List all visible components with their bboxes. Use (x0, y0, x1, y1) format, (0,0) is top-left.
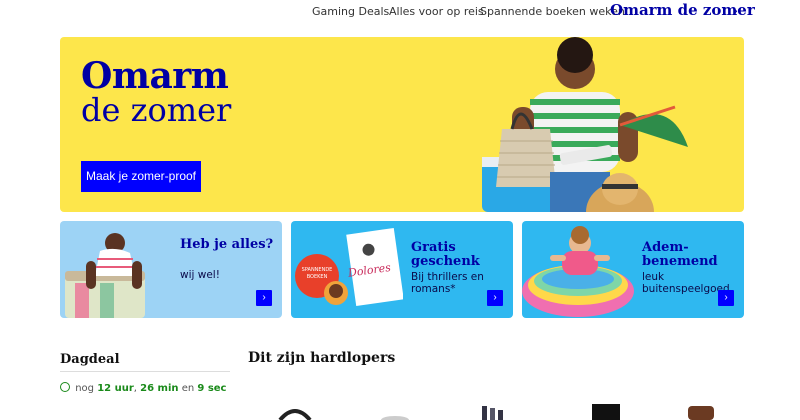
inflatable-pool-image (522, 226, 634, 317)
nav-alles-voor-op-reis[interactable]: Alles voor op reis (389, 5, 484, 18)
countdown-and: en (181, 383, 195, 394)
card-subtitle: wij wel! (180, 269, 220, 281)
dagdeal-countdown: nog 12 uur, 26 min en 9 sec (60, 382, 226, 394)
card-title: Gratis geschenk (411, 240, 480, 269)
countdown-hours: 12 uur (97, 383, 134, 394)
promo-card-heb-je-alles[interactable]: Heb je alles? wij wel! › (60, 221, 282, 318)
clock-icon (60, 382, 70, 392)
badge-text-line1: SPANNENDE (302, 267, 333, 273)
countdown-seconds: 9 sec (197, 383, 227, 394)
product-thumbnails (278, 404, 714, 420)
divider (60, 371, 230, 372)
zomer-proof-button[interactable]: Maak je zomer-proof (81, 161, 201, 192)
hero-summer-person-image (482, 37, 688, 212)
product-box-image[interactable] (592, 404, 620, 420)
card-title: Heb je alles? (180, 237, 274, 252)
card-title: Adem- benemend (642, 240, 718, 269)
badge-text-line2: BOEKEN (307, 274, 328, 280)
hero-subtitle: de zomer (81, 91, 232, 129)
countdown-minutes: 26 min (140, 383, 179, 394)
product-item-image[interactable] (381, 416, 409, 420)
promo-card-gratis-geschenk[interactable]: SPANNENDE BOEKEN Dolores Gratis geschenk… (291, 221, 513, 318)
chevron-right-icon[interactable]: › (487, 290, 503, 306)
countdown-prefix: nog (75, 383, 94, 394)
section-title-hardlopers: Dit zijn hardlopers (248, 350, 396, 366)
top-navigation: Gaming Deals Alles voor op reis Spannend… (0, 0, 800, 24)
promo-card-adembenemend[interactable]: Adem- benemend leuk buitenspeelgoed › (522, 221, 744, 318)
nav-gaming-deals[interactable]: Gaming Deals (312, 5, 389, 18)
suitcase-image (65, 233, 145, 318)
book-gift-image: SPANNENDE BOEKEN Dolores (295, 228, 403, 306)
dagdeal-title: Dagdeal (60, 352, 120, 367)
product-bottle-image[interactable] (688, 406, 714, 420)
chevron-right-icon[interactable]: › (256, 290, 272, 306)
chevron-right-icon[interactable]: › (733, 2, 738, 18)
product-headphones-image[interactable] (278, 409, 312, 420)
product-bottles-image[interactable] (482, 406, 503, 420)
chevron-right-icon[interactable]: › (718, 290, 734, 306)
nav-spannende-boeken-weken[interactable]: Spannende boeken weken (480, 5, 625, 18)
hero-banner[interactable]: Omarm de zomer Maak je zomer-proof (60, 37, 744, 212)
